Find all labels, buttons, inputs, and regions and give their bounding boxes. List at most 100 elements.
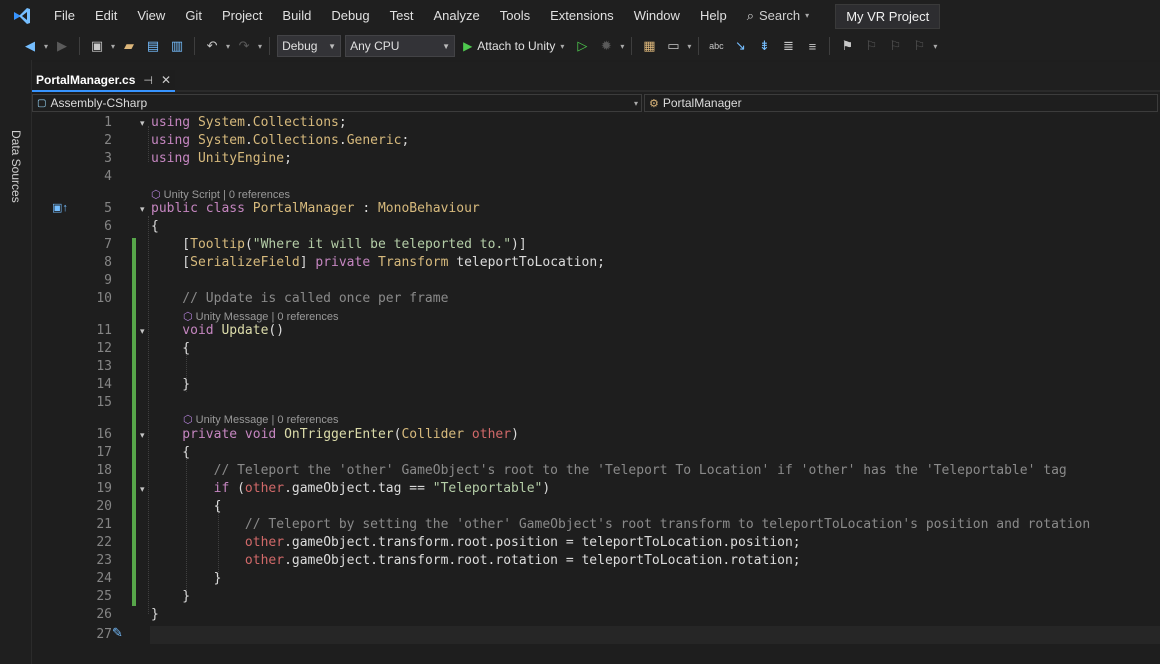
undo-icon[interactable]: ↶ [202,36,222,56]
code-line[interactable]: 11 ▾ void Update() [32,322,1160,340]
menu-item-extensions[interactable]: Extensions [540,0,624,32]
line-number: 22 [96,535,112,550]
attach-to-unity-button[interactable]: ▶ Attach to Unity ▾ [459,39,568,53]
outdent-icon[interactable]: ≡ [802,36,822,56]
solution-explorer-icon[interactable]: ▦ [639,36,659,56]
menu-item-analyze[interactable]: Analyze [423,0,489,32]
code-line[interactable]: 4 [32,168,1160,186]
bookmark-icon[interactable]: ⚑ [837,36,857,56]
code-token: using [151,115,198,130]
document-tab[interactable]: PortalManager.cs ⊣ ✕ [32,70,176,92]
fold-toggle-icon[interactable]: ▾ [140,480,145,498]
new-project-icon[interactable]: ▣ [87,36,107,56]
save-all-icon[interactable]: ▥ [167,36,187,56]
save-icon[interactable]: ▤ [143,36,163,56]
menu-item-git[interactable]: Git [175,0,212,32]
code-line[interactable]: 6{ [32,218,1160,236]
solution-platform-select[interactable]: Any CPU ▼ [345,35,456,57]
menu-item-test[interactable]: Test [380,0,424,32]
menu-item-file[interactable]: File [44,0,85,32]
fold-toggle-icon[interactable]: ▾ [140,114,145,132]
code-line[interactable]: 12 { [32,340,1160,358]
code-token: OnTriggerEnter [284,427,394,442]
code-line[interactable]: 19 ▾ if (other.gameObject.tag == "Telepor… [32,480,1160,498]
code-line[interactable]: 17 { [32,444,1160,462]
start-without-debugging-icon[interactable]: ▷ [572,36,592,56]
code-line[interactable]: 25 } [32,588,1160,606]
line-number: 18 [96,463,112,478]
codelens-trigger[interactable]: ⬡ Unity Message | 0 references [183,413,339,427]
code-line[interactable]: 26} [32,606,1160,624]
menu-item-tools[interactable]: Tools [490,0,540,32]
menu-item-project[interactable]: Project [212,0,272,32]
code-text: [SerializeField] private Transform telep… [151,254,605,272]
toolbar-separator [698,37,700,55]
chevron-down-icon[interactable]: ▾ [620,42,624,51]
data-sources-tab[interactable]: Data Sources [9,130,23,203]
code-line[interactable]: 14 } [32,376,1160,394]
navigate-back-icon[interactable]: ◀ [20,36,40,56]
code-line[interactable]: 16 ▾ private void OnTriggerEnter(Collider… [32,426,1160,444]
line-number: 4 [104,169,112,184]
close-icon[interactable]: ✕ [161,73,171,87]
menu-item-view[interactable]: View [127,0,175,32]
code-line[interactable]: 22 other.gameObject.transform.root.posit… [32,534,1160,552]
solution-configuration-select[interactable]: Debug ▼ [277,35,342,57]
visual-studio-logo-icon[interactable] [0,0,44,32]
code-line[interactable]: 20 { [32,498,1160,516]
code-token: "Teleportable" [432,481,543,496]
code-line[interactable]: 18 // Teleport the 'other' GameObject's … [32,462,1160,480]
menu-item-edit[interactable]: Edit [85,0,127,32]
code-line[interactable]: 2 using System.Collections.Generic; [32,132,1160,150]
pin-icon[interactable]: ⊣ [143,74,153,87]
code-line[interactable]: 9 [32,272,1160,290]
line-number: 6 [104,219,112,234]
code-line[interactable]: 5 ▾ public class PortalManager : MonoBehav… [32,200,1160,218]
next-bookmark-icon[interactable]: ⚐ [885,36,905,56]
code-line[interactable]: 7 [Tooltip("Where it will be teleported … [32,236,1160,254]
code-token: ) [542,481,551,496]
code-line[interactable]: 27 [32,626,1160,644]
code-line[interactable]: 10 // Update is called once per frame [32,290,1160,308]
code-line[interactable]: 21 // Teleport by setting the 'other' Ga… [32,516,1160,534]
code-editor[interactable]: ⬡ Unity Script | 0 references ⬡ Unity Me… [32,114,1160,664]
project-dropdown[interactable]: ▢ Assembly-CSharp ▾ [32,94,642,112]
fold-toggle-icon[interactable]: ▾ [140,322,145,340]
code-token: System [197,115,245,130]
code-token: Update [221,323,269,338]
type-dropdown[interactable]: ⚙ PortalManager [644,94,1158,112]
fold-toggle-icon[interactable]: ▾ [140,200,145,218]
chevron-down-icon[interactable]: ▾ [687,42,691,51]
fold-toggle-icon[interactable]: ▾ [140,426,145,444]
indent-icon[interactable]: ≣ [778,36,798,56]
menu-item-debug[interactable]: Debug [321,0,379,32]
code-line[interactable]: 8 [SerializeField] private Transform tel… [32,254,1160,272]
hot-reload-icon[interactable]: ✹ [596,36,616,56]
code-line[interactable]: 13 [32,358,1160,376]
open-folder-icon[interactable]: ▰ [119,36,139,56]
chevron-down-icon[interactable]: ▾ [258,42,262,51]
menu-item-window[interactable]: Window [624,0,690,32]
search-box[interactable]: ⌕ Search ▾ [737,0,820,32]
browser-link-icon[interactable]: ▭ [663,36,683,56]
code-map-icon[interactable]: ⇟ [754,36,774,56]
chevron-down-icon[interactable]: ▾ [111,42,115,51]
redo-icon[interactable]: ↷ [234,36,254,56]
spell-check-icon[interactable]: abc [706,36,726,56]
navigate-forward-icon[interactable]: ▶ [52,36,72,56]
clear-bookmarks-icon[interactable]: ⚐ [909,36,929,56]
chevron-down-icon[interactable]: ▾ [933,42,937,51]
menu-item-help[interactable]: Help [690,0,737,32]
code-line[interactable]: 23 other.gameObject.transform.root.rotat… [32,552,1160,570]
step-into-icon[interactable]: ↘ [730,36,750,56]
chevron-down-icon: ▾ [633,98,638,108]
code-line[interactable]: 3 using UnityEngine; [32,150,1160,168]
code-line[interactable]: 15 [32,394,1160,412]
chevron-down-icon[interactable]: ▾ [226,42,230,51]
code-token: // Teleport by setting the 'other' GameO… [151,517,1091,532]
chevron-down-icon[interactable]: ▾ [44,42,48,51]
previous-bookmark-icon[interactable]: ⚐ [861,36,881,56]
menu-item-build[interactable]: Build [272,0,321,32]
code-line[interactable]: 1 ▾ using System.Collections; [32,114,1160,132]
code-line[interactable]: 24 } [32,570,1160,588]
